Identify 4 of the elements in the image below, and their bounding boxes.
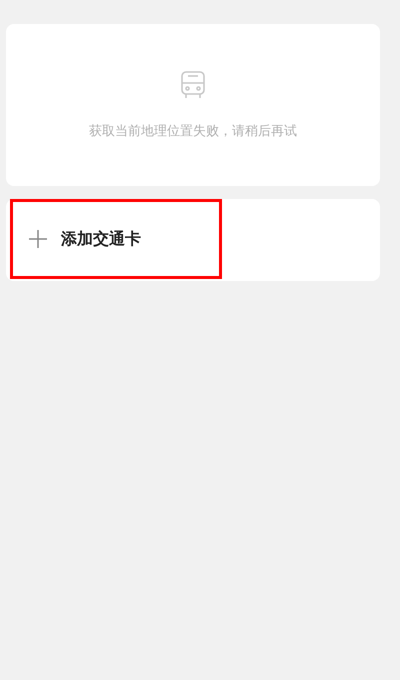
add-transit-card-button[interactable]: 添加交通卡 [10,199,222,279]
plus-icon [29,230,47,248]
bus-icon [180,70,206,100]
location-error-message: 获取当前地理位置失败，请稍后再试 [89,123,297,141]
